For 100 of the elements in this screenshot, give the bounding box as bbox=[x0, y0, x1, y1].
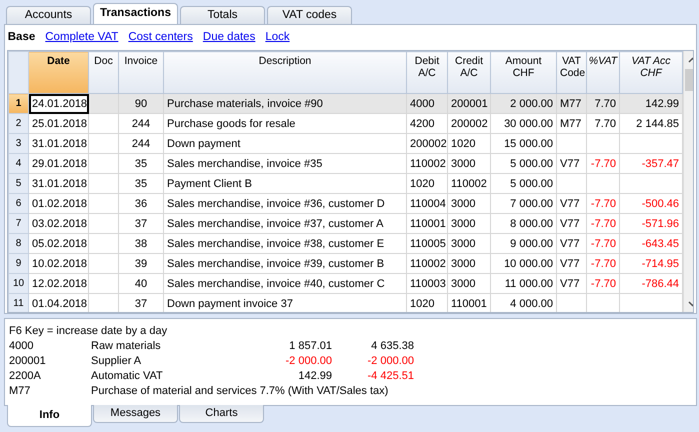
table-cell: 25.01.2018 bbox=[28, 114, 88, 134]
table-cell: 36 bbox=[118, 194, 164, 214]
row-number[interactable]: 11 bbox=[8, 294, 28, 312]
table-cell: 90 bbox=[118, 94, 164, 114]
table-cell: V77 bbox=[556, 274, 586, 294]
hint-text: F6 Key = increase date by a day bbox=[9, 324, 168, 339]
table-cell: 30 000.00 bbox=[490, 114, 556, 134]
info-description: Supplier A bbox=[91, 354, 142, 369]
table-cell: 38 bbox=[118, 234, 164, 254]
table-cell: 3000 bbox=[448, 274, 490, 294]
table-cell: 110004 bbox=[406, 194, 448, 214]
column-header[interactable]: Credit A/C bbox=[448, 52, 490, 94]
table-cell: 12.02.2018 bbox=[28, 274, 88, 294]
table-cell: 3000 bbox=[448, 154, 490, 174]
table-cell: 39 bbox=[118, 254, 164, 274]
table-cell: 9 000.00 bbox=[490, 234, 556, 254]
view-link[interactable]: Cost centers bbox=[128, 28, 193, 46]
table-cell: 110001 bbox=[406, 214, 448, 234]
account-code: 200001 bbox=[9, 354, 47, 369]
row-number[interactable]: 2 bbox=[8, 114, 28, 134]
table-cell: Down payment bbox=[164, 134, 406, 154]
table-cell: Sales merchandise, invoice #35 bbox=[164, 154, 406, 174]
tab[interactable]: Accounts bbox=[6, 6, 91, 24]
row-number[interactable]: 8 bbox=[8, 234, 28, 254]
table-cell: M77 bbox=[556, 94, 586, 114]
table-cell: 7.70 bbox=[586, 114, 620, 134]
view-link[interactable]: Complete VAT bbox=[45, 28, 118, 46]
row-number[interactable]: 9 bbox=[8, 254, 28, 274]
column-header[interactable]: Date bbox=[28, 52, 88, 94]
table-cell: Sales merchandise, invoice #37, customer A bbox=[164, 214, 406, 234]
view-link[interactable]: Base bbox=[8, 28, 36, 46]
table-cell: 11 000.00 bbox=[490, 274, 556, 294]
amount-text: 4 635.38 bbox=[370, 339, 414, 354]
column-header[interactable]: VAT Code bbox=[556, 52, 586, 94]
amount-text: -2 000.00 bbox=[366, 354, 414, 369]
table-cell: 200002 bbox=[448, 114, 490, 134]
table-cell: 10 000.00 bbox=[490, 254, 556, 274]
tab[interactable]: Transactions bbox=[93, 3, 178, 24]
row-number[interactable]: 4 bbox=[8, 154, 28, 174]
column-header[interactable]: Invoice bbox=[118, 52, 164, 94]
info-description: Purchase of material and services 7.7% (With VAT/Sales tax) bbox=[91, 384, 390, 399]
table-cell: 200002 bbox=[406, 134, 448, 154]
row-header-corner bbox=[8, 52, 28, 94]
table-cell: Sales merchandise, invoice #36, customer D bbox=[164, 194, 406, 214]
view-link[interactable]: Due dates bbox=[202, 28, 256, 46]
table-cell: 8 000.00 bbox=[490, 214, 556, 234]
table-cell: V77 bbox=[556, 154, 586, 174]
info-description: Automatic VAT bbox=[91, 369, 164, 384]
table-cell: 2 000.00 bbox=[490, 94, 556, 114]
table-cell: 110002 bbox=[406, 154, 448, 174]
tab[interactable]: Messages bbox=[93, 405, 178, 423]
tab[interactable]: Totals bbox=[180, 6, 265, 24]
table-cell: 200001 bbox=[448, 94, 490, 114]
table-cell: 3000 bbox=[448, 234, 490, 254]
column-header[interactable]: Doc bbox=[88, 52, 118, 94]
table-cell: Sales merchandise, invoice #38, customer E bbox=[164, 234, 406, 254]
row-number[interactable]: 5 bbox=[8, 174, 28, 194]
row-number[interactable]: 3 bbox=[8, 134, 28, 154]
table-cell: 35 bbox=[118, 154, 164, 174]
table-cell: 5 000.00 bbox=[490, 154, 556, 174]
table-cell: Payment Client B bbox=[164, 174, 406, 194]
account-code: 4000 bbox=[9, 339, 34, 354]
column-header[interactable]: Amount CHF bbox=[490, 52, 556, 94]
table-cell: 3000 bbox=[448, 214, 490, 234]
tab[interactable]: Charts bbox=[179, 405, 264, 423]
column-header[interactable]: Description bbox=[164, 52, 406, 94]
row-number[interactable]: 1 bbox=[8, 94, 28, 114]
table-cell: 3000 bbox=[448, 194, 490, 214]
table-cell: 03.02.2018 bbox=[28, 214, 88, 234]
table-cell: 1020 bbox=[406, 174, 448, 194]
table-cell: 31.01.2018 bbox=[28, 174, 88, 194]
row-number[interactable]: 7 bbox=[8, 214, 28, 234]
column-header[interactable]: VAT Acc CHF bbox=[620, 52, 682, 94]
table-cell: 31.01.2018 bbox=[28, 134, 88, 154]
column-header[interactable]: %VAT bbox=[586, 52, 620, 94]
table-cell: -7.70 bbox=[586, 274, 620, 294]
table-cell: 7 000.00 bbox=[490, 194, 556, 214]
table-cell: 15 000.00 bbox=[490, 134, 556, 154]
table-cell: 10.02.2018 bbox=[28, 254, 88, 274]
table-cell: 4200 bbox=[406, 114, 448, 134]
info-description: Raw materials bbox=[91, 339, 162, 354]
table-cell: 110003 bbox=[406, 274, 448, 294]
table-cell: 24.01.2018 bbox=[28, 94, 88, 114]
view-link[interactable]: Lock bbox=[265, 28, 290, 46]
row-number[interactable]: 10 bbox=[8, 274, 28, 294]
tab[interactable]: Info bbox=[7, 405, 92, 427]
table-cell: Sales merchandise, invoice #39, customer B bbox=[164, 254, 406, 274]
amount-text: 142.99 bbox=[297, 369, 332, 384]
table-cell: 35 bbox=[118, 174, 164, 194]
amount-text: -4 425.51 bbox=[366, 369, 414, 384]
row-number[interactable]: 6 bbox=[8, 194, 28, 214]
table-cell: V77 bbox=[556, 214, 586, 234]
table-cell: 3000 bbox=[448, 254, 490, 274]
table-cell: -7.70 bbox=[586, 234, 620, 254]
table-cell: Purchase goods for resale bbox=[164, 114, 406, 134]
account-code: M77 bbox=[9, 384, 32, 399]
account-code: 2200A bbox=[9, 369, 42, 384]
table-cell: 7.70 bbox=[586, 94, 620, 114]
tab[interactable]: VAT codes bbox=[267, 6, 352, 24]
column-header[interactable]: Debit A/C bbox=[406, 52, 448, 94]
